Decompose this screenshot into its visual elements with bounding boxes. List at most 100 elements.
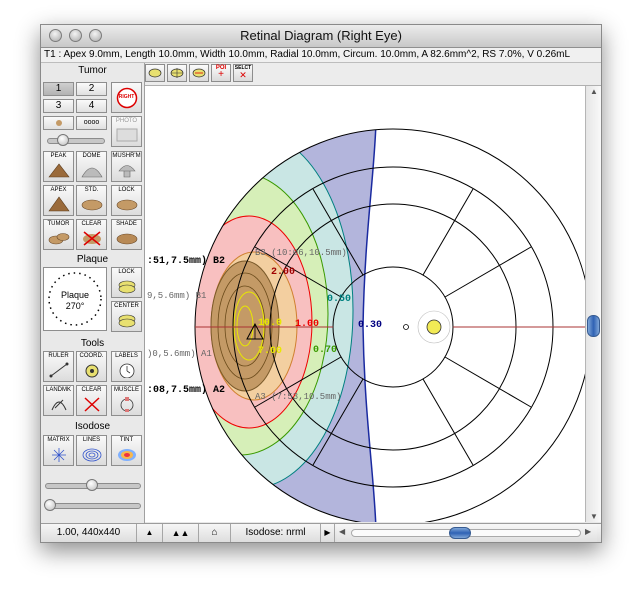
- toolbar-eye-button-1[interactable]: [145, 64, 165, 82]
- ruler-button[interactable]: RULER: [43, 351, 74, 382]
- multi-point-mode-button[interactable]: oooo: [76, 116, 107, 130]
- clear-tumor-button[interactable]: CLEAR: [76, 219, 107, 250]
- retinal-diagram-canvas[interactable]: 10.0 7.00 2.00 1.00 0.70 0.50 0.30 :51,7…: [145, 86, 585, 522]
- isodose-mode-readout[interactable]: Isodose: nrml: [231, 524, 321, 542]
- isodose-slider-2-track[interactable]: [45, 503, 141, 509]
- eye-badge-label: RIGHT: [118, 94, 135, 100]
- photo-label: PHOTO: [115, 118, 138, 124]
- horizontal-scrollbar[interactable]: ◀ ▶: [337, 524, 597, 542]
- vertical-scrollbar[interactable]: ▲ ▼: [585, 86, 601, 522]
- coord-label-a1: )0,5.6mm) A1: [147, 349, 212, 359]
- tumor-4-button[interactable]: 4: [76, 99, 107, 113]
- photo-button[interactable]: PHOTO: [111, 116, 142, 147]
- isodose-label-700: 7.00: [258, 346, 282, 357]
- scroll-left-arrow-icon[interactable]: ◀: [339, 527, 345, 536]
- plaque-rotation-dial[interactable]: Plaque 270°: [43, 267, 107, 331]
- tumor-3-button[interactable]: 3: [43, 99, 74, 113]
- horizontal-scroll-thumb[interactable]: [449, 527, 471, 539]
- retinal-diagram-svg[interactable]: 10.0 7.00 2.00 1.00 0.70 0.50 0.30 :51,7…: [145, 86, 585, 522]
- labels-clock-icon: [119, 363, 135, 378]
- clear-tools-button[interactable]: CLEAR: [76, 385, 107, 416]
- plaque-section-header: Plaque: [76, 254, 109, 265]
- isodose-label-070: 0.70: [313, 345, 337, 356]
- dome-shape-button[interactable]: DOME: [76, 151, 107, 182]
- isodose-slider-2-knob[interactable]: [44, 499, 56, 511]
- small-mountain-icon: ▲: [145, 528, 154, 537]
- tumors-icon: [48, 233, 70, 245]
- matrix-label: MATRIX: [47, 437, 70, 443]
- coord-label-b1: 9,5.6mm) B1: [147, 291, 206, 301]
- coordinates-button[interactable]: COORD.: [76, 351, 107, 382]
- scroll-down-arrow-icon[interactable]: ▼: [588, 512, 600, 521]
- apex-icon: [48, 196, 70, 212]
- isodose-lines-button[interactable]: LINES: [76, 435, 107, 466]
- coord-label-b2: :51,7.5mm) B2: [147, 255, 225, 267]
- home-icon: ⌂: [211, 527, 218, 538]
- toolbar-eye-button-3[interactable]: [189, 64, 209, 82]
- eye-side-button[interactable]: RIGHT: [111, 82, 142, 113]
- plaque-lock-button[interactable]: LOCK: [111, 267, 142, 298]
- isodose-mode-next-icon[interactable]: ▶: [321, 524, 335, 542]
- tumor-1-button[interactable]: 1: [43, 82, 74, 96]
- large-mountain-button[interactable]: ▲▲: [163, 524, 199, 542]
- standard-label: STD.: [84, 187, 99, 193]
- labels-button[interactable]: LABELS: [111, 351, 142, 382]
- landmark-button[interactable]: LANDMK: [43, 385, 74, 416]
- eye-arrow-icon: [148, 68, 162, 78]
- peak-shape-button[interactable]: PEAK: [43, 151, 74, 182]
- select-button[interactable]: SELCT ✕: [233, 64, 253, 82]
- shade-button[interactable]: SHADE: [111, 219, 142, 250]
- isodose-label-200: 2.00: [271, 267, 295, 278]
- coord-label-b3: B3 (10:06,10.5mm): [255, 248, 347, 258]
- mushroom-label: MUSHR'M: [112, 153, 141, 159]
- lock-shape-button[interactable]: LOCK: [111, 185, 142, 216]
- vertical-scroll-thumb[interactable]: [587, 315, 600, 337]
- lines-label: LINES: [82, 437, 101, 443]
- tumor-slider-knob[interactable]: [57, 134, 69, 146]
- tumor-section-header: Tumor: [78, 65, 107, 76]
- ruler-icon: [49, 362, 69, 378]
- scroll-up-arrow-icon[interactable]: ▲: [588, 87, 600, 96]
- coordinates-icon: [85, 364, 99, 378]
- tumor-label: TUMOR: [47, 221, 70, 227]
- toolbar-eye-button-2[interactable]: [167, 64, 187, 82]
- optic-disc: [426, 319, 442, 335]
- plaque-dial-label: Plaque: [60, 290, 90, 300]
- scroll-right-arrow-icon[interactable]: ▶: [585, 527, 591, 536]
- peak-label: PEAK: [50, 153, 67, 159]
- tint-icon: [118, 449, 136, 461]
- isodose-tint-button[interactable]: TINT: [111, 435, 142, 466]
- home-button[interactable]: ⌂: [199, 524, 231, 542]
- isodose-matrix-button[interactable]: MATRIX: [43, 435, 74, 466]
- small-mountain-button[interactable]: ▲: [137, 524, 163, 542]
- plaque-lock-label: LOCK: [118, 269, 135, 275]
- dome-label: DOME: [82, 153, 101, 159]
- apex-button[interactable]: APEX: [43, 185, 74, 216]
- poi-button[interactable]: POI +: [211, 64, 231, 82]
- tool-palette: Tumor 1 2 3 4 RIGHT oooo PHOTO PEAK DOME: [41, 63, 145, 523]
- single-point-mode-button[interactable]: [43, 116, 74, 130]
- eye-rotate-icon: [192, 68, 206, 78]
- ruler-label: RULER: [48, 353, 69, 359]
- muscle-button[interactable]: MUSCLE: [111, 385, 142, 416]
- plaque-center-button[interactable]: CENTER: [111, 301, 142, 332]
- isodose-slider-1-knob[interactable]: [86, 479, 98, 491]
- tumor-button[interactable]: TUMOR: [43, 219, 74, 250]
- isodose-label-030: 0.30: [358, 320, 382, 331]
- plaque-lock-icon: [118, 280, 136, 294]
- tools-section-header: Tools: [80, 338, 105, 349]
- muscle-label: MUSCLE: [113, 387, 139, 393]
- tint-label: TINT: [119, 437, 134, 443]
- dome-icon: [81, 167, 103, 178]
- landmark-label: LANDMK: [45, 387, 71, 393]
- mushroom-shape-button[interactable]: MUSHR'M: [111, 151, 142, 182]
- isodose-label-100: 1.00: [295, 319, 319, 330]
- isodose-label-050: 0.50: [327, 294, 351, 305]
- tumor-slider-track[interactable]: [47, 138, 105, 144]
- isodose-label-1000: 10.0: [258, 318, 282, 329]
- lock-shape-label: LOCK: [118, 187, 135, 193]
- matrix-icon: [52, 448, 66, 462]
- standard-shape-button[interactable]: STD.: [76, 185, 107, 216]
- tumor-2-button[interactable]: 2: [76, 82, 107, 96]
- status-bar: 1.00, 440x440 ▲ ▲▲ ⌂ Isodose: nrml ▶ ◀ ▶: [41, 523, 601, 542]
